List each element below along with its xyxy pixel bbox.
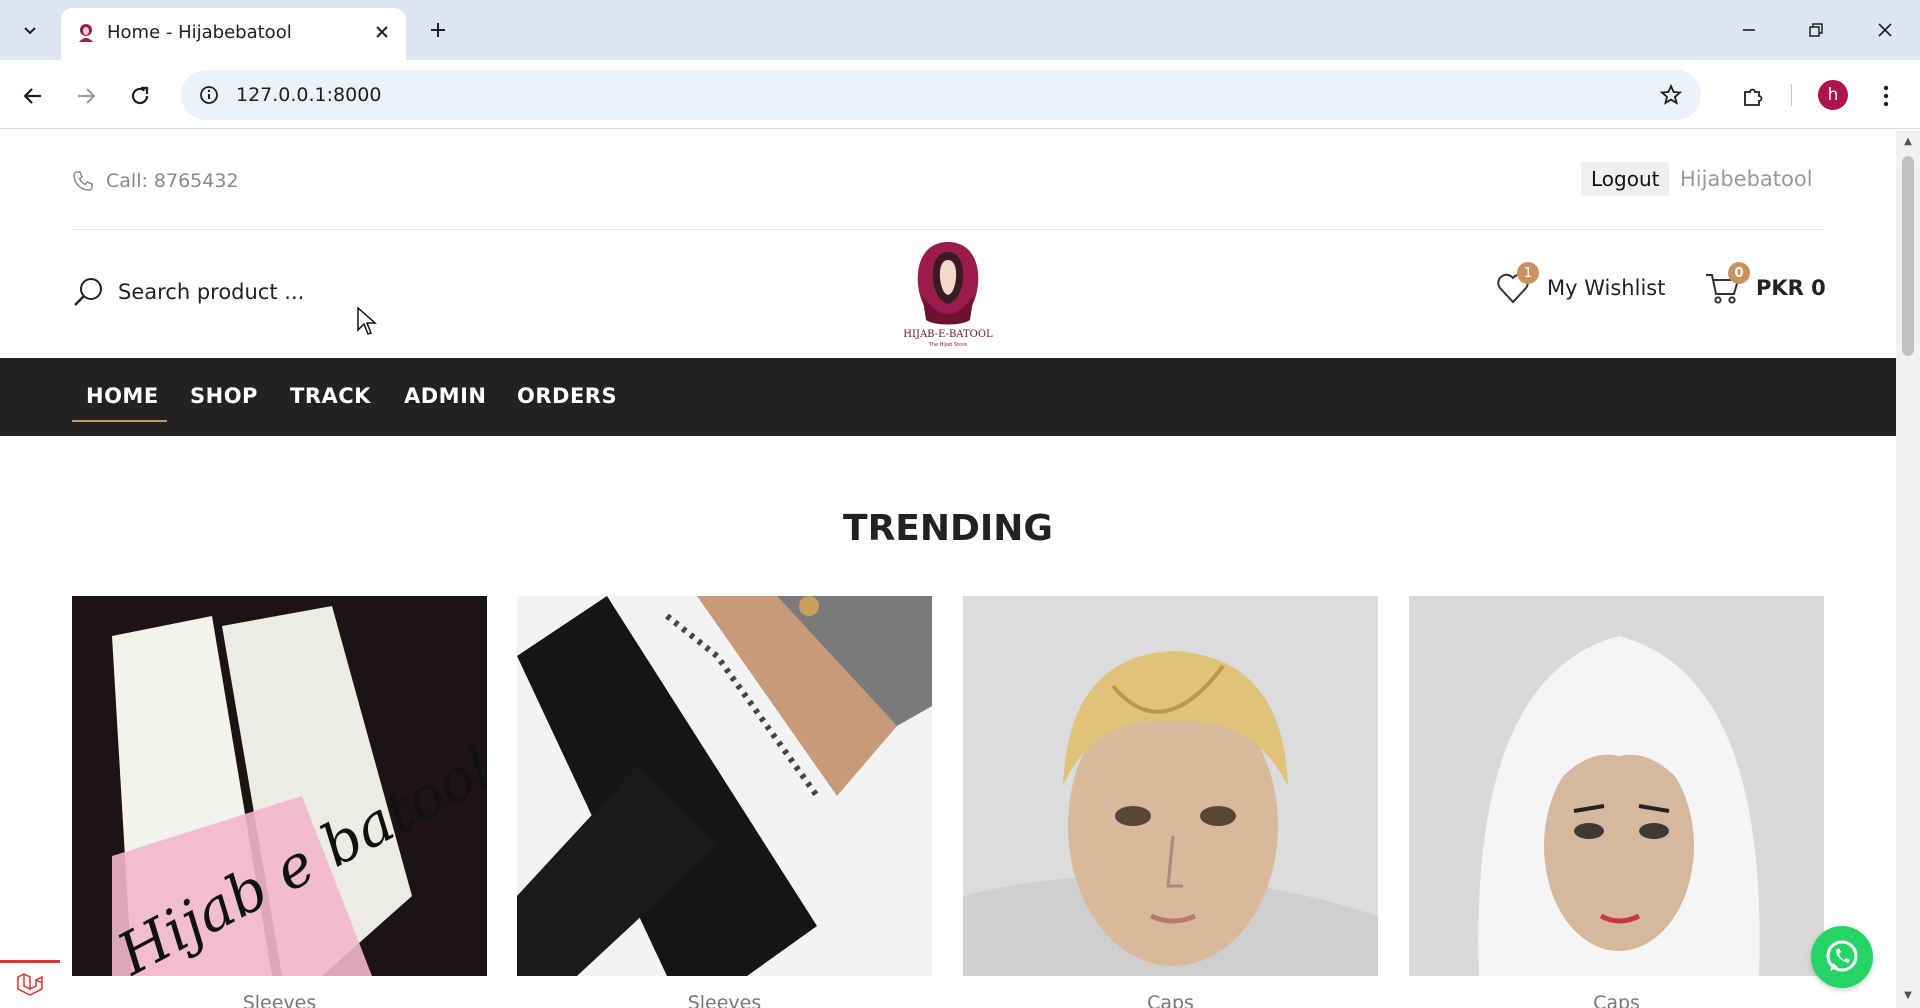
- debugbar-toggle[interactable]: [0, 960, 60, 1008]
- nav-home[interactable]: HOME: [86, 384, 159, 408]
- wishlist-icon-wrap: 1: [1495, 262, 1539, 306]
- info-icon: [200, 86, 218, 104]
- browser-tab-strip: Home - Hijabebatool: [0, 0, 1920, 60]
- profile-avatar[interactable]: h: [1818, 80, 1848, 110]
- product-label-4[interactable]: Caps: [1409, 992, 1824, 1008]
- chevron-down-icon: [24, 27, 36, 35]
- wishlist-link[interactable]: 1 My Wishlist: [1495, 262, 1666, 306]
- mouse-cursor-icon: [357, 306, 377, 335]
- svg-text:The Hijab Store: The Hijab Store: [928, 342, 967, 348]
- section-title: TRENDING: [843, 508, 1053, 549]
- cart-count-badge: 0: [1728, 262, 1750, 284]
- search-icon: [74, 278, 102, 306]
- page-scrollbar[interactable]: ▲ ▼: [1896, 130, 1920, 1008]
- new-tab-button[interactable]: [420, 12, 456, 48]
- header-divider: [72, 229, 1824, 230]
- plus-icon: [431, 23, 445, 37]
- product-image-sleeves-black-lace: [517, 596, 932, 976]
- reload-icon: [131, 86, 149, 105]
- bookmark-button[interactable]: [1655, 79, 1687, 111]
- product-card-1[interactable]: Hijab e batool: [72, 596, 487, 976]
- close-window-button[interactable]: [1860, 8, 1910, 52]
- back-button[interactable]: [13, 76, 53, 116]
- call-info: Call: 8765432: [72, 170, 239, 192]
- close-icon: [376, 26, 388, 38]
- cart-total: PKR 0: [1756, 276, 1826, 300]
- address-bar[interactable]: 127.0.0.1:8000: [181, 70, 1701, 120]
- minimize-button[interactable]: [1724, 8, 1774, 52]
- call-text: Call: 8765432: [106, 170, 239, 192]
- scroll-up-arrow[interactable]: ▲: [1902, 136, 1914, 148]
- extensions-button[interactable]: [1733, 76, 1773, 116]
- url-text: 127.0.0.1:8000: [236, 84, 382, 106]
- cart-icon-wrap: 0: [1704, 262, 1750, 306]
- brand-logo[interactable]: HIJAB-E-BATOOL The Hijab Store: [900, 238, 996, 348]
- browser-tab-home[interactable]: Home - Hijabebatool: [61, 8, 406, 60]
- reload-button[interactable]: [120, 76, 160, 116]
- product-card-2[interactable]: [517, 596, 932, 976]
- search-box[interactable]: Search product ...: [72, 276, 304, 308]
- browser-menu-button[interactable]: [1866, 76, 1906, 116]
- cart-link[interactable]: 0 PKR 0: [1704, 262, 1826, 306]
- restore-button[interactable]: [1791, 8, 1841, 52]
- whatsapp-chat-button[interactable]: [1811, 926, 1873, 988]
- toolbar-separator: [1791, 84, 1792, 106]
- tab-search-button[interactable]: [10, 12, 50, 48]
- forward-button[interactable]: [66, 76, 106, 116]
- product-card-3[interactable]: [963, 596, 1378, 976]
- site-info-button[interactable]: [193, 79, 225, 111]
- product-label-1[interactable]: Sleeves: [72, 992, 487, 1008]
- product-image-caps-white: [1409, 596, 1824, 976]
- product-label-2[interactable]: Sleeves: [517, 992, 932, 1008]
- browser-toolbar: 127.0.0.1:8000 h: [0, 60, 1920, 129]
- laravel-icon: [17, 972, 43, 996]
- wishlist-count-badge: 1: [1517, 262, 1539, 284]
- main-navigation: HOME SHOP TRACK ADMIN ORDERS: [0, 358, 1896, 436]
- more-vertical-icon: [1883, 85, 1889, 107]
- product-card-4[interactable]: [1409, 596, 1824, 976]
- puzzle-icon: [1744, 88, 1763, 106]
- user-name-link[interactable]: Hijabebatool: [1680, 167, 1813, 191]
- scrollbar-thumb[interactable]: [1902, 156, 1914, 356]
- logout-link[interactable]: Logout: [1581, 162, 1670, 196]
- phone-icon: [73, 171, 93, 191]
- close-icon: [1878, 23, 1892, 37]
- wishlist-label: My Wishlist: [1547, 276, 1666, 300]
- whatsapp-icon: [1826, 940, 1858, 972]
- restore-icon: [1809, 23, 1823, 37]
- product-image-sleeves-white-pink: Hijab e batool: [72, 596, 487, 976]
- tab-close-button[interactable]: [368, 18, 396, 46]
- favicon-icon: [79, 24, 93, 42]
- star-icon: [1660, 84, 1682, 105]
- svg-text:HIJAB-E-BATOOL: HIJAB-E-BATOOL: [903, 329, 993, 340]
- arrow-left-icon: [23, 88, 41, 104]
- arrow-right-icon: [78, 88, 96, 104]
- tab-title: Home - Hijabebatool: [107, 22, 292, 43]
- active-nav-indicator: [72, 420, 167, 422]
- nav-admin[interactable]: ADMIN: [404, 384, 486, 408]
- nav-shop[interactable]: SHOP: [190, 384, 258, 408]
- search-input[interactable]: Search product ...: [118, 280, 304, 304]
- nav-track[interactable]: TRACK: [290, 384, 371, 408]
- scroll-down-arrow[interactable]: ▼: [1902, 990, 1914, 1002]
- product-label-3[interactable]: Caps: [963, 992, 1378, 1008]
- nav-orders[interactable]: ORDERS: [517, 384, 617, 408]
- page-content: Call: 8765432 Logout Hijabebatool Search…: [0, 130, 1896, 1008]
- product-image-caps-gold: [963, 596, 1378, 976]
- minimize-icon: [1743, 29, 1755, 31]
